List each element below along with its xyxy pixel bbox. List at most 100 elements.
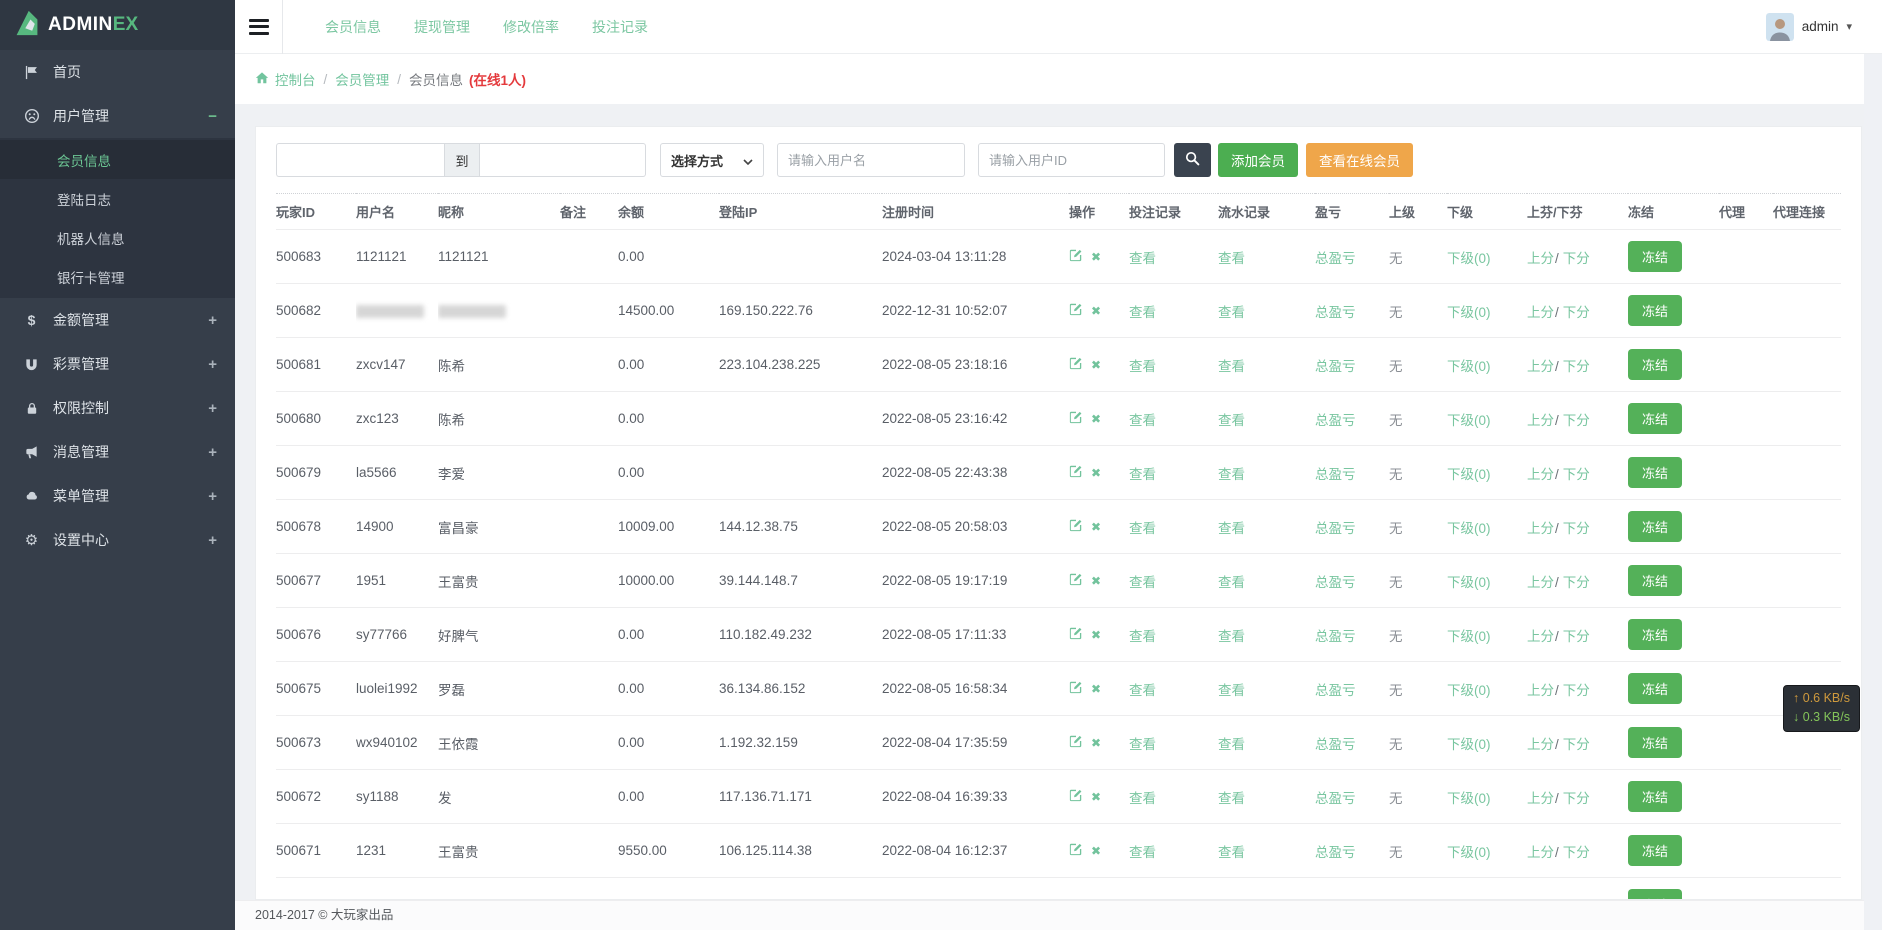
- edit-icon[interactable]: [1069, 410, 1083, 427]
- bet-records-link[interactable]: 查看: [1129, 413, 1156, 428]
- freeze-button[interactable]: 冻结: [1628, 673, 1682, 704]
- sidebar-item-permission-ctrl[interactable]: 权限控制 +: [0, 386, 235, 430]
- bet-records-link[interactable]: 查看: [1129, 791, 1156, 806]
- flow-records-link[interactable]: 查看: [1218, 251, 1245, 266]
- topnav-link-withdrawal-mgmt[interactable]: 提现管理: [414, 17, 470, 37]
- delete-icon[interactable]: ✖: [1091, 574, 1101, 588]
- brand-logo[interactable]: ADMINEX: [0, 0, 235, 50]
- score-up-link[interactable]: 上分: [1527, 521, 1554, 536]
- sidebar-subitem-member-info[interactable]: 会员信息: [0, 140, 235, 179]
- score-up-link[interactable]: 上分: [1527, 737, 1554, 752]
- delete-icon[interactable]: ✖: [1091, 358, 1101, 372]
- score-down-link[interactable]: 下分: [1563, 251, 1590, 266]
- bet-records-link[interactable]: 查看: [1129, 359, 1156, 374]
- bet-records-link[interactable]: 查看: [1129, 575, 1156, 590]
- score-down-link[interactable]: 下分: [1563, 305, 1590, 320]
- flow-records-link[interactable]: 查看: [1218, 413, 1245, 428]
- subordinate-link[interactable]: 下级(0): [1447, 359, 1491, 374]
- delete-icon[interactable]: ✖: [1091, 736, 1101, 750]
- subordinate-link[interactable]: 下级(0): [1447, 251, 1491, 266]
- flow-records-link[interactable]: 查看: [1218, 305, 1245, 320]
- total-profit-link[interactable]: 总盈亏: [1315, 683, 1356, 698]
- bet-records-link[interactable]: 查看: [1129, 521, 1156, 536]
- score-up-link[interactable]: 上分: [1527, 305, 1554, 320]
- freeze-button[interactable]: 冻结: [1628, 565, 1682, 596]
- freeze-button[interactable]: 冻结: [1628, 349, 1682, 380]
- subordinate-link[interactable]: 下级(0): [1447, 791, 1491, 806]
- user-menu[interactable]: admin ▾: [1766, 13, 1852, 41]
- total-profit-link[interactable]: 总盈亏: [1315, 629, 1356, 644]
- freeze-button[interactable]: 冻结: [1628, 511, 1682, 542]
- subordinate-link[interactable]: 下级(0): [1447, 737, 1491, 752]
- breadcrumb-home[interactable]: 控制台: [255, 69, 316, 89]
- filter-type-select[interactable]: 选择方式: [660, 143, 764, 177]
- delete-icon[interactable]: ✖: [1091, 304, 1101, 318]
- score-up-link[interactable]: 上分: [1527, 467, 1554, 482]
- total-profit-link[interactable]: 总盈亏: [1315, 251, 1356, 266]
- edit-icon[interactable]: [1069, 464, 1083, 481]
- total-profit-link[interactable]: 总盈亏: [1315, 575, 1356, 590]
- score-down-link[interactable]: 下分: [1563, 629, 1590, 644]
- bet-records-link[interactable]: 查看: [1129, 845, 1156, 860]
- flow-records-link[interactable]: 查看: [1218, 467, 1245, 482]
- total-profit-link[interactable]: 总盈亏: [1315, 359, 1356, 374]
- flow-records-link[interactable]: 查看: [1218, 575, 1245, 590]
- score-down-link[interactable]: 下分: [1563, 467, 1590, 482]
- sidebar-subitem-login-log[interactable]: 登陆日志: [0, 179, 235, 218]
- bet-records-link[interactable]: 查看: [1129, 467, 1156, 482]
- sidebar-subitem-robot-info[interactable]: 机器人信息: [0, 218, 235, 257]
- freeze-button[interactable]: 冻结: [1628, 295, 1682, 326]
- subordinate-link[interactable]: 下级(0): [1447, 413, 1491, 428]
- score-down-link[interactable]: 下分: [1563, 521, 1590, 536]
- total-profit-link[interactable]: 总盈亏: [1315, 467, 1356, 482]
- edit-icon[interactable]: [1069, 302, 1083, 319]
- score-down-link[interactable]: 下分: [1563, 791, 1590, 806]
- freeze-button[interactable]: 冻结: [1628, 241, 1682, 272]
- date-from-input[interactable]: [276, 143, 444, 177]
- sidebar-item-menu-mgmt[interactable]: 菜单管理 +: [0, 474, 235, 518]
- subordinate-link[interactable]: 下级(0): [1447, 575, 1491, 590]
- subordinate-link[interactable]: 下级(0): [1447, 683, 1491, 698]
- sidebar-item-message-mgmt[interactable]: 消息管理 +: [0, 430, 235, 474]
- freeze-button[interactable]: 冻结: [1628, 619, 1682, 650]
- edit-icon[interactable]: [1069, 248, 1083, 265]
- delete-icon[interactable]: ✖: [1091, 790, 1101, 804]
- delete-icon[interactable]: ✖: [1091, 844, 1101, 858]
- topnav-link-odds-edit[interactable]: 修改倍率: [503, 17, 559, 37]
- score-up-link[interactable]: 上分: [1527, 629, 1554, 644]
- freeze-button[interactable]: 冻结: [1628, 835, 1682, 866]
- freeze-button[interactable]: 冻结: [1628, 403, 1682, 434]
- total-profit-link[interactable]: 总盈亏: [1315, 791, 1356, 806]
- score-up-link[interactable]: 上分: [1527, 845, 1554, 860]
- total-profit-link[interactable]: 总盈亏: [1315, 845, 1356, 860]
- subordinate-link[interactable]: 下级(0): [1447, 305, 1491, 320]
- sidebar-item-home[interactable]: 首页: [0, 50, 235, 94]
- score-down-link[interactable]: 下分: [1563, 683, 1590, 698]
- delete-icon[interactable]: ✖: [1091, 682, 1101, 696]
- flow-records-link[interactable]: 查看: [1218, 791, 1245, 806]
- score-up-link[interactable]: 上分: [1527, 359, 1554, 374]
- bet-records-link[interactable]: 查看: [1129, 251, 1156, 266]
- sidebar-subitem-bankcard-mgmt[interactable]: 银行卡管理: [0, 257, 235, 296]
- breadcrumb-section[interactable]: 会员管理: [335, 69, 389, 89]
- edit-icon[interactable]: [1069, 842, 1083, 859]
- bet-records-link[interactable]: 查看: [1129, 683, 1156, 698]
- edit-icon[interactable]: [1069, 356, 1083, 373]
- score-down-link[interactable]: 下分: [1563, 737, 1590, 752]
- total-profit-link[interactable]: 总盈亏: [1315, 305, 1356, 320]
- flow-records-link[interactable]: 查看: [1218, 683, 1245, 698]
- subordinate-link[interactable]: 下级(0): [1447, 467, 1491, 482]
- topnav-link-bet-records[interactable]: 投注记录: [592, 17, 648, 37]
- sidebar-item-settings-center[interactable]: ⚙ 设置中心 +: [0, 518, 235, 562]
- freeze-button[interactable]: 冻结: [1628, 727, 1682, 758]
- freeze-button[interactable]: 冻结: [1628, 889, 1682, 900]
- sidebar-item-user-mgmt[interactable]: 用户管理 −: [0, 94, 235, 138]
- bet-records-link[interactable]: 查看: [1129, 305, 1156, 320]
- delete-icon[interactable]: ✖: [1091, 628, 1101, 642]
- freeze-button[interactable]: 冻结: [1628, 457, 1682, 488]
- freeze-button[interactable]: 冻结: [1628, 781, 1682, 812]
- delete-icon[interactable]: ✖: [1091, 412, 1101, 426]
- score-down-link[interactable]: 下分: [1563, 575, 1590, 590]
- delete-icon[interactable]: ✖: [1091, 520, 1101, 534]
- edit-icon[interactable]: [1069, 572, 1083, 589]
